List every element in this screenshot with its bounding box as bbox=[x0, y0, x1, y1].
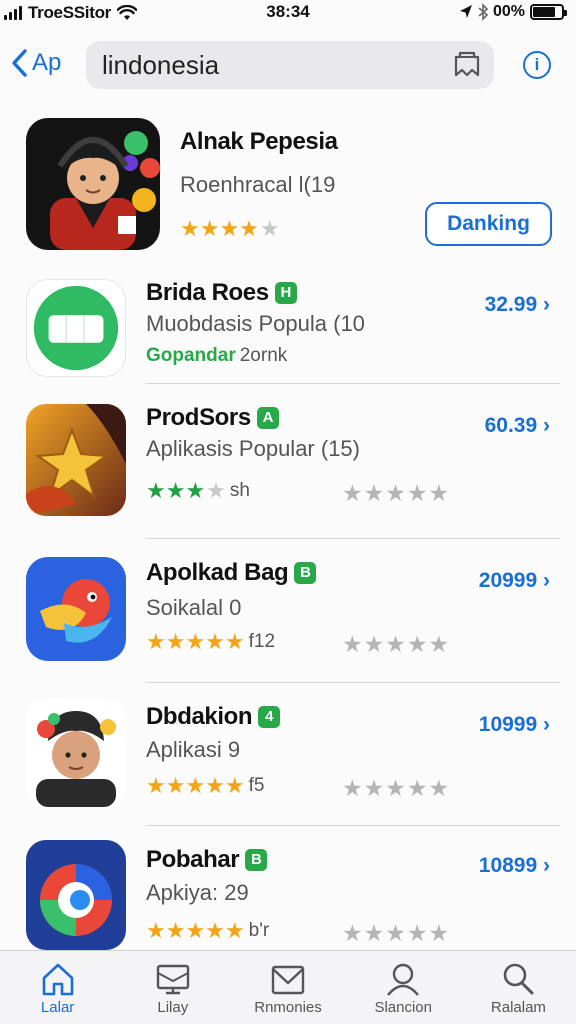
location-arrow-icon bbox=[459, 5, 472, 18]
app-badge: H bbox=[274, 282, 297, 304]
app-price[interactable]: 20999 › bbox=[479, 569, 550, 593]
app-action-button[interactable]: Danking bbox=[425, 202, 552, 246]
screen-icon bbox=[156, 964, 189, 995]
app-meta-highlight: Gopandar bbox=[146, 345, 236, 366]
chevron-left-icon bbox=[12, 49, 27, 77]
tab-label: Lalar bbox=[40, 999, 75, 1016]
tab-home[interactable]: Lalar bbox=[0, 951, 115, 1024]
tab-label: Slancion bbox=[374, 999, 432, 1016]
app-rating: ★★★★★ b'r bbox=[146, 920, 269, 942]
app-subtitle: Roenhracal l(19 bbox=[180, 172, 336, 197]
app-price[interactable]: 32.99 › bbox=[485, 293, 550, 317]
rating-count: f12 bbox=[248, 631, 276, 652]
info-button[interactable]: i bbox=[523, 51, 551, 79]
app-icon-chat bbox=[26, 279, 126, 377]
tab-search[interactable]: Ralalam bbox=[461, 951, 576, 1024]
person-icon bbox=[387, 963, 420, 996]
bluetooth-icon bbox=[478, 3, 488, 21]
rating-stars: ★★★★★ bbox=[146, 918, 245, 943]
app-name: ProdSors bbox=[146, 404, 251, 431]
home-icon bbox=[42, 963, 73, 996]
app-icon-bird bbox=[26, 557, 126, 661]
battery-icon bbox=[530, 4, 567, 20]
bookmark-icon[interactable] bbox=[452, 51, 482, 79]
app-name-row: Dbdakion 4 bbox=[146, 703, 281, 731]
rating-stars: ★★★★★ bbox=[146, 773, 245, 798]
app-rating: ★★★★ ★ bbox=[180, 218, 280, 240]
list-item[interactable]: Dbdakion 4 Aplikasi 9 ★★★★★ f5 ★★★★★ 109… bbox=[0, 683, 576, 826]
list-item[interactable]: Brida Roes H Muobdasis Popula (10 Gopand… bbox=[0, 265, 576, 384]
tab-screen[interactable]: Lilay bbox=[115, 951, 230, 1024]
search-bar[interactable] bbox=[86, 41, 494, 89]
app-price[interactable]: 60.39 › bbox=[485, 414, 550, 438]
app-name: Apolkad Bag bbox=[146, 559, 289, 586]
app-price[interactable]: 10899 › bbox=[479, 854, 550, 878]
tab-person[interactable]: Slancion bbox=[346, 951, 461, 1024]
app-icon-character bbox=[26, 118, 160, 250]
app-name-row: Pobahar B bbox=[146, 846, 268, 874]
app-name-row: Apolkad Bag B bbox=[146, 559, 317, 587]
search-input[interactable] bbox=[102, 41, 442, 89]
app-badge: 4 bbox=[258, 706, 281, 728]
status-right: 00% bbox=[459, 3, 567, 21]
secondary-stars: ★★★★★ bbox=[342, 480, 451, 506]
app-subtitle: Soikalal 0 bbox=[146, 595, 242, 620]
secondary-stars: ★★★★★ bbox=[342, 631, 451, 657]
mail-icon bbox=[271, 965, 305, 995]
app-meta-text: 2ornk bbox=[239, 345, 288, 366]
status-bar: TroeSSitor 38:34 00% bbox=[0, 0, 576, 26]
app-icon-star bbox=[26, 404, 126, 516]
rating-stars: ★★★★★ bbox=[146, 629, 245, 654]
app-name: Brida Roes bbox=[146, 279, 269, 306]
rating-stars: ★★★ ★ bbox=[146, 478, 226, 503]
tab-label: Lilay bbox=[157, 999, 189, 1016]
app-meta: Gopandar 2ornk bbox=[146, 345, 287, 367]
back-label: Ap bbox=[32, 49, 62, 76]
tab-mail[interactable]: Rnmonies bbox=[230, 951, 345, 1024]
app-price[interactable]: 10999 › bbox=[479, 713, 550, 737]
app-subtitle: Aplikasi 9 bbox=[146, 737, 241, 762]
app-rating: ★★★ ★ sh bbox=[146, 480, 250, 502]
list-item[interactable]: Pobahar B Apkiya: 29 ★★★★★ b'r ★★★★★ 108… bbox=[0, 826, 576, 950]
app-badge: A bbox=[256, 407, 279, 429]
search-icon bbox=[504, 963, 534, 995]
back-button[interactable]: Ap bbox=[10, 48, 61, 78]
app-badge: B bbox=[294, 562, 317, 584]
app-badge: B bbox=[245, 849, 268, 871]
tab-label: Ralalam bbox=[490, 999, 546, 1016]
app-name-row: Brida Roes H bbox=[146, 279, 297, 307]
rating-count: sh bbox=[229, 480, 250, 501]
app-icon-swirl bbox=[26, 840, 126, 950]
list-item[interactable]: Apolkad Bag B Soikalal 0 ★★★★★ f12 ★★★★★… bbox=[0, 539, 576, 683]
app-subtitle: Muobdasis Popula (10 bbox=[146, 311, 365, 336]
app-subtitle: Aplikasis Popular (15) bbox=[146, 436, 360, 461]
rating-count: f5 bbox=[248, 775, 265, 796]
rating-stars: ★★★★★ bbox=[180, 216, 280, 241]
app-name: Dbdakion bbox=[146, 703, 253, 730]
secondary-stars: ★★★★★ bbox=[342, 775, 451, 801]
app-name: Alnak Pepesia bbox=[180, 128, 338, 155]
app-subtitle: Apkiya: 29 bbox=[146, 880, 249, 905]
battery-percent: 00% bbox=[492, 3, 525, 20]
tab-bar: Lalar Lilay Rnmonies Slancion Ralalam bbox=[0, 950, 576, 1024]
tab-label: Rnmonies bbox=[254, 999, 322, 1016]
secondary-stars: ★★★★★ bbox=[342, 920, 451, 946]
app-name-row: ProdSors A bbox=[146, 404, 279, 432]
search-header: Ap i bbox=[0, 38, 576, 94]
app-rating: ★★★★★ f12 bbox=[146, 631, 275, 653]
app-rating: ★★★★★ f5 bbox=[146, 775, 264, 797]
list-item[interactable]: ProdSors A Aplikasis Popular (15) ★★★ ★ s… bbox=[0, 384, 576, 539]
rating-count: b'r bbox=[248, 920, 270, 941]
app-icon-person bbox=[26, 699, 126, 807]
app-name: Pobahar bbox=[146, 846, 240, 873]
list-item[interactable]: Alnak Pepesia Roenhracal l(19 ★★★★ ★ Dank… bbox=[0, 100, 576, 265]
